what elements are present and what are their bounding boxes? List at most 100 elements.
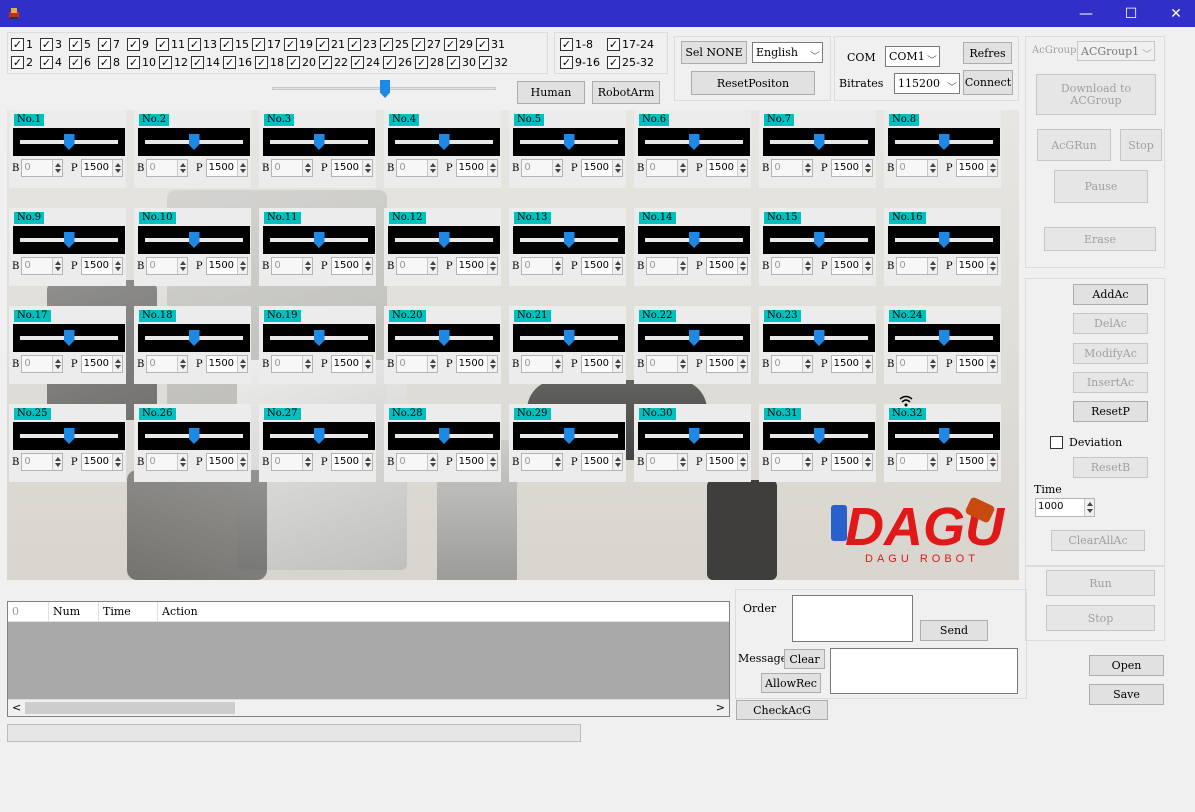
p-spinbox[interactable]: 1500 [205, 453, 248, 471]
spin-arrows-icon[interactable] [176, 258, 187, 274]
slider-thumb[interactable] [63, 134, 75, 150]
slider-thumb[interactable] [688, 232, 700, 248]
slider-thumb[interactable] [313, 428, 325, 444]
spin-arrows-icon[interactable] [801, 160, 812, 176]
slider-thumb[interactable] [813, 134, 825, 150]
spin-arrows-icon[interactable] [51, 356, 62, 372]
p-spinbox[interactable]: 1500 [330, 159, 373, 177]
spin-arrows-icon[interactable] [237, 454, 247, 470]
spin-arrows-icon[interactable] [926, 160, 937, 176]
servo-checkbox-28[interactable]: 28 [415, 54, 447, 70]
b-spinbox[interactable]: 0 [771, 453, 813, 471]
spin-arrows-icon[interactable] [551, 258, 562, 274]
slider-thumb[interactable] [438, 134, 450, 150]
b-spinbox[interactable]: 0 [771, 159, 813, 177]
p-spinbox[interactable]: 1500 [830, 159, 873, 177]
b-spinbox[interactable]: 0 [896, 257, 938, 275]
servo-checkbox-24[interactable]: 24 [351, 54, 383, 70]
p-spinbox[interactable]: 1500 [705, 453, 748, 471]
servo-checkbox-29[interactable]: 29 [444, 36, 476, 52]
servo-checkbox-12[interactable]: 12 [159, 54, 191, 70]
b-spinbox[interactable]: 0 [271, 257, 313, 275]
b-spinbox[interactable]: 0 [271, 453, 313, 471]
b-spinbox[interactable]: 0 [146, 257, 188, 275]
checkbox-icon[interactable] [98, 37, 111, 51]
servo-slider[interactable] [888, 422, 1000, 450]
slider-thumb[interactable] [438, 428, 450, 444]
deviation-checkbox[interactable]: Deviation [1050, 434, 1122, 450]
p-spinbox[interactable]: 1500 [580, 159, 623, 177]
checkbox-icon[interactable] [159, 55, 172, 69]
p-spinbox[interactable]: 1500 [80, 159, 123, 177]
spin-arrows-icon[interactable] [676, 160, 687, 176]
checkbox-icon[interactable] [220, 37, 233, 51]
b-spinbox[interactable]: 0 [646, 453, 688, 471]
servo-checkbox-8[interactable]: 8 [98, 54, 127, 70]
spin-arrows-icon[interactable] [1084, 499, 1094, 516]
b-spinbox[interactable]: 0 [646, 257, 688, 275]
checkbox-icon[interactable] [40, 37, 53, 51]
order-input[interactable] [792, 595, 913, 642]
spin-arrows-icon[interactable] [801, 258, 812, 274]
p-spinbox[interactable]: 1500 [580, 453, 623, 471]
spin-arrows-icon[interactable] [362, 356, 372, 372]
p-spinbox[interactable]: 1500 [830, 355, 873, 373]
slider-thumb[interactable] [188, 134, 200, 150]
servo-checkbox-31[interactable]: 31 [476, 36, 508, 52]
acgroup-stop-button[interactable]: Stop [1120, 129, 1162, 161]
spin-arrows-icon[interactable] [362, 454, 372, 470]
spin-arrows-icon[interactable] [987, 160, 997, 176]
p-spinbox[interactable]: 1500 [955, 453, 998, 471]
checkbox-icon[interactable] [40, 55, 53, 69]
checkbox-icon[interactable] [287, 55, 300, 69]
checkbox-icon[interactable] [383, 55, 396, 69]
acgroup-select[interactable]: ACGroup1 [1077, 41, 1155, 61]
checkbox-icon[interactable] [351, 55, 364, 69]
spin-arrows-icon[interactable] [51, 258, 62, 274]
servo-slider[interactable] [763, 226, 875, 254]
p-spinbox[interactable]: 1500 [955, 257, 998, 275]
spin-arrows-icon[interactable] [487, 160, 497, 176]
checkbox-icon[interactable] [444, 37, 457, 51]
servo-checkbox-17[interactable]: 17 [252, 36, 284, 52]
resetb-button[interactable]: ResetB [1073, 457, 1148, 478]
servo-checkbox-6[interactable]: 6 [69, 54, 98, 70]
column-header-num[interactable]: Num [49, 602, 99, 622]
servo-checkbox-19[interactable]: 19 [284, 36, 316, 52]
checkbox-icon[interactable] [1050, 435, 1063, 449]
run-stop-button[interactable]: Stop [1046, 605, 1155, 631]
table-horizontal-scrollbar[interactable]: < > [8, 699, 729, 716]
p-spinbox[interactable]: 1500 [955, 355, 998, 373]
servo-checkbox-23[interactable]: 23 [348, 36, 380, 52]
scroll-right-icon[interactable]: > [716, 701, 725, 714]
slider-thumb[interactable] [313, 134, 325, 150]
checkbox-icon[interactable] [255, 55, 268, 69]
run-button[interactable]: Run [1046, 570, 1155, 596]
checkbox-icon[interactable] [348, 37, 361, 51]
p-spinbox[interactable]: 1500 [455, 159, 498, 177]
spin-arrows-icon[interactable] [176, 454, 187, 470]
spin-arrows-icon[interactable] [112, 454, 122, 470]
spin-arrows-icon[interactable] [426, 160, 437, 176]
message-output[interactable] [830, 648, 1018, 694]
checkbox-icon[interactable] [560, 37, 573, 51]
b-spinbox[interactable]: 0 [771, 355, 813, 373]
slider-thumb[interactable] [63, 428, 75, 444]
slider-thumb[interactable] [63, 330, 75, 346]
spin-arrows-icon[interactable] [676, 258, 687, 274]
servo-checkbox-32[interactable]: 32 [479, 54, 511, 70]
servo-slider[interactable] [638, 226, 750, 254]
slider-thumb[interactable] [938, 134, 950, 150]
slider-thumb[interactable] [813, 232, 825, 248]
b-spinbox[interactable]: 0 [521, 159, 563, 177]
spin-arrows-icon[interactable] [987, 258, 997, 274]
spin-arrows-icon[interactable] [487, 258, 497, 274]
spin-arrows-icon[interactable] [426, 356, 437, 372]
b-spinbox[interactable]: 0 [396, 159, 438, 177]
b-spinbox[interactable]: 0 [271, 159, 313, 177]
bitrate-select[interactable]: 115200 [894, 73, 960, 94]
refresh-button[interactable]: Refres [963, 42, 1012, 64]
b-spinbox[interactable]: 0 [896, 453, 938, 471]
servo-slider[interactable] [138, 422, 250, 450]
erase-button[interactable]: Erase [1044, 227, 1156, 251]
